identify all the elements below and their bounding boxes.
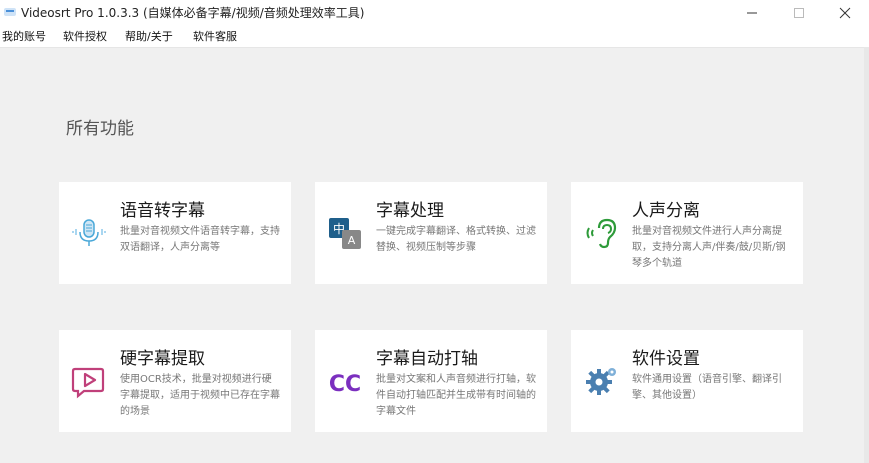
card-title: 软件设置 [632,349,700,369]
card-auto-subtitle-timing[interactable]: CC 字幕自动打轴 批量对文案和人声音频进行打轴，软件自动打轴匹配并生成带有时间… [315,330,547,432]
card-description: 软件通用设置（语音引擎、翻译引擎、其他设置） [632,374,782,401]
menu-bar: 我的账号 软件授权 帮助/关于 软件客服 [0,25,869,48]
translate-icon: 中 A [329,218,361,249]
play-bubble-icon [71,367,105,399]
card-description: 一键完成字幕翻译、格式转换、过滤替换、视频压制等步骤 [376,226,536,253]
menu-software-license[interactable]: 软件授权 [63,28,107,44]
menu-my-account[interactable]: 我的账号 [2,28,46,44]
minimize-button[interactable] [729,0,775,25]
svg-text:CC: CC [329,372,361,397]
scrollbar[interactable] [864,47,869,463]
svg-text:A: A [348,234,356,247]
gear-icon [586,368,616,395]
close-icon [839,7,851,18]
card-title: 字幕处理 [376,201,444,221]
card-title: 人声分离 [632,201,700,221]
card-description: 批量对音视频文件语音转字幕，支持双语翻译，人声分离等 [120,226,280,253]
close-button[interactable] [822,0,868,25]
maximize-button[interactable] [776,0,822,25]
hearing-icon [586,218,617,249]
card-description: 使用OCR技术，批量对视频进行硬字幕提取，适用于视频中已存在字幕的场景 [120,374,280,417]
card-vocal-separation[interactable]: 人声分离 批量对音视频文件进行人声分离提取，支持分离人声/伴奏/鼓/贝斯/钢琴多… [571,182,803,284]
card-description: 批量对文案和人声音频进行打轴，软件自动打轴匹配并生成带有时间轴的字幕文件 [376,374,536,417]
menu-customer-service[interactable]: 软件客服 [193,28,237,44]
microphone-icon [72,219,106,246]
card-description: 批量对音视频文件进行人声分离提取，支持分离人声/伴奏/鼓/贝斯/钢琴多个轨道 [632,226,786,269]
card-speech-to-subtitle[interactable]: 语音转字幕 批量对音视频文件语音转字幕，支持双语翻译，人声分离等 [59,182,291,284]
cc-icon: CC [329,372,361,397]
card-title: 字幕自动打轴 [376,349,478,369]
card-title: 语音转字幕 [120,201,205,221]
maximize-icon [794,7,804,18]
window-title: Videosrt Pro 1.0.3.3 (自媒体必备字幕/视频/音频处理效率工… [21,6,365,20]
minimize-icon [747,12,757,13]
app-logo-icon [4,8,16,16]
menu-help-about[interactable]: 帮助/关于 [125,28,173,44]
card-subtitle-processing[interactable]: 中 A 字幕处理 一键完成字幕翻译、格式转换、过滤替换、视频压制等步骤 [315,182,547,284]
title-bar: Videosrt Pro 1.0.3.3 (自媒体必备字幕/视频/音频处理效率工… [0,0,869,25]
card-software-settings[interactable]: 软件设置 软件通用设置（语音引擎、翻译引擎、其他设置） [571,330,803,432]
card-title: 硬字幕提取 [120,349,205,369]
section-title: 所有功能 [66,119,134,139]
card-hard-subtitle-extraction[interactable]: 硬字幕提取 使用OCR技术，批量对视频进行硬字幕提取，适用于视频中已存在字幕的场… [59,330,291,432]
